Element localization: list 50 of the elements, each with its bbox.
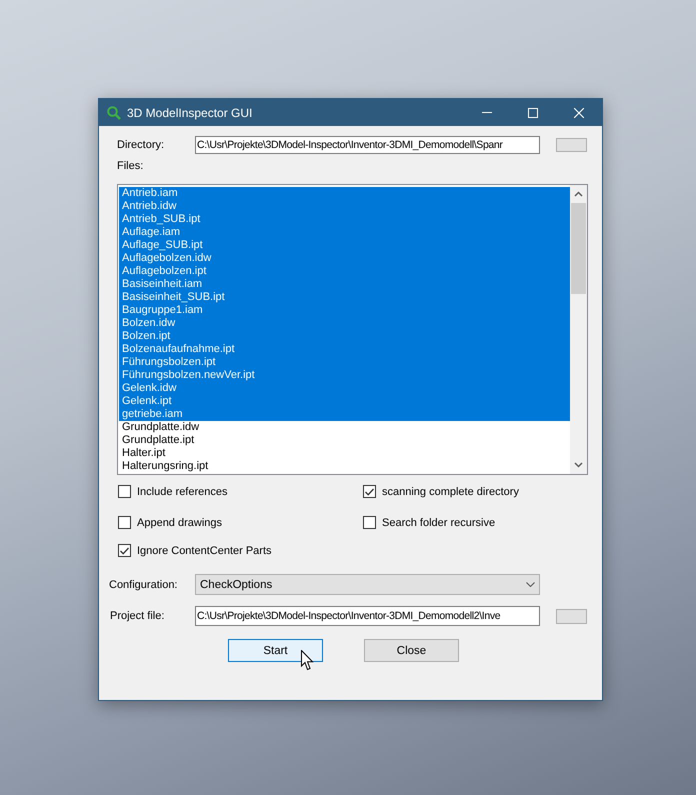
file-list-item[interactable]: Baugruppe1.iam xyxy=(119,304,570,317)
checkbox[interactable] xyxy=(118,485,131,498)
checkbox-label: Include references xyxy=(137,486,228,498)
directory-field[interactable]: C:\Usr\Projekte\3DModel-Inspector\Inventor-3DMI_Demomodell\Spanr xyxy=(195,136,540,154)
file-list-item[interactable]: Grundplatte.idw xyxy=(119,421,570,434)
file-list-item[interactable]: Führungsbolzen.ipt xyxy=(119,356,570,369)
file-list-item[interactable]: Halter.ipt xyxy=(119,447,570,460)
close-icon[interactable] xyxy=(574,108,584,118)
files-label: Files: xyxy=(117,160,144,172)
checkbox-label: Search folder recursive xyxy=(382,516,496,528)
file-list-item[interactable]: Antrieb.iam xyxy=(119,187,570,200)
checkbox[interactable] xyxy=(363,485,376,498)
checkbox[interactable] xyxy=(118,544,131,557)
window-title: 3D ModelInspector GUI xyxy=(127,106,254,120)
checkbox[interactable] xyxy=(118,516,131,529)
file-list-item[interactable]: Bolzenaufaufnahme.ipt xyxy=(119,343,570,356)
file-list-item[interactable]: Halterungsring.ipt xyxy=(119,460,570,473)
file-list-item[interactable]: Basiseinheit.iam xyxy=(119,278,570,291)
file-list-item[interactable]: Antrieb.idw xyxy=(119,200,570,213)
file-list-item[interactable]: getriebe.iam xyxy=(119,408,570,421)
maximize-icon[interactable] xyxy=(528,108,538,118)
file-list-item[interactable]: Antrieb_SUB.ipt xyxy=(119,213,570,226)
file-list-item[interactable]: Gelenk.idw xyxy=(119,382,570,395)
directory-label: Directory: xyxy=(117,139,166,151)
scrollbar[interactable] xyxy=(570,185,587,474)
magnifier-icon xyxy=(107,106,121,120)
configuration-dropdown[interactable]: CheckOptions xyxy=(195,574,540,595)
checkbox-label: Append drawings xyxy=(137,516,222,528)
file-list-item[interactable]: Auflage.iam xyxy=(119,226,570,239)
file-list-item[interactable]: Basiseinheit_SUB.ipt xyxy=(119,291,570,304)
mouse-cursor-icon xyxy=(301,650,314,671)
file-list-item[interactable]: Gelenk.ipt xyxy=(119,395,570,408)
chevron-down-icon xyxy=(526,582,535,587)
scroll-down-icon[interactable] xyxy=(574,462,583,468)
project-file-field[interactable]: C:\Usr\Projekte\3DModel-Inspector\Inventor-3DMI_Demomodell2\Inve xyxy=(195,606,540,626)
checkbox[interactable] xyxy=(363,516,376,529)
project-file-label: Project file: xyxy=(110,610,166,622)
configuration-label: Configuration: xyxy=(109,578,178,590)
file-list-item[interactable]: Auflage_SUB.ipt xyxy=(119,239,570,252)
checkbox-label: Ignore ContentCenter Parts xyxy=(137,544,272,556)
file-list-item[interactable]: Auflagebolzen.ipt xyxy=(119,265,570,278)
close-button[interactable]: Close xyxy=(364,639,459,662)
scroll-up-icon[interactable] xyxy=(574,191,583,197)
file-list-item[interactable]: Führungsbolzen.newVer.ipt xyxy=(119,369,570,382)
checkbox-label: scanning complete directory xyxy=(382,486,519,498)
file-list-item[interactable]: Auflagebolzen.idw xyxy=(119,252,570,265)
start-button[interactable]: Start xyxy=(228,639,323,662)
file-list-item[interactable]: Grundplatte.ipt xyxy=(119,434,570,447)
file-list-item[interactable]: Bolzen.idw xyxy=(119,317,570,330)
file-list-item[interactable]: Bolzen.ipt xyxy=(119,330,570,343)
